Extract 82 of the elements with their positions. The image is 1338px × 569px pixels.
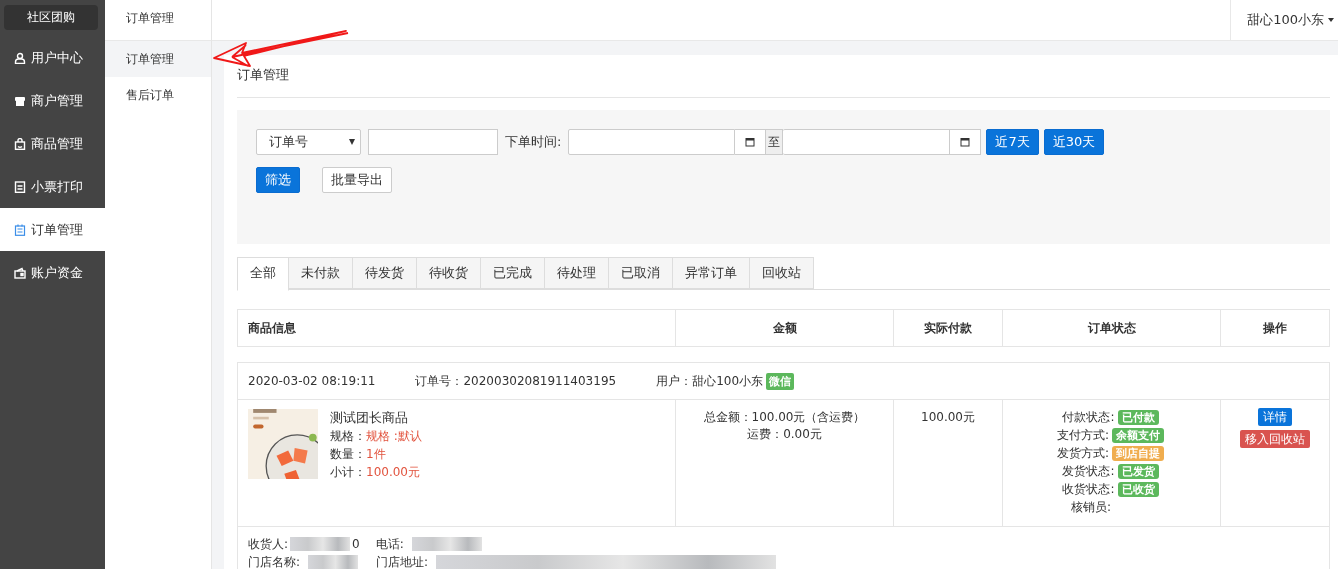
status-badge: 已付款	[1117, 409, 1159, 425]
sidebar-item[interactable]: 商户管理	[0, 79, 105, 122]
status-tab[interactable]: 全部	[237, 257, 289, 291]
page-title: 订单管理	[237, 55, 1330, 98]
status-tab[interactable]: 待收货	[416, 257, 481, 289]
order-user: 用户：甜心100小东	[656, 372, 764, 390]
status-badge: 到店自提	[1112, 445, 1164, 461]
field-label: 小计：	[330, 465, 366, 479]
receiver-value: 0	[352, 536, 360, 553]
column-header: 金额	[675, 310, 893, 346]
trash-button[interactable]: 移入回收站	[1240, 430, 1310, 448]
status-label: 收货状态:	[1061, 480, 1115, 498]
field-value: 100.00元	[366, 465, 420, 479]
status-label: 发货方式:	[1055, 444, 1109, 462]
caret-icon	[1328, 18, 1334, 22]
amount-text: 总金额：100.00元（含运费）	[702, 409, 867, 426]
field-label: 规格：	[330, 429, 366, 443]
product-name: 测试团长商品	[330, 409, 409, 427]
phone-label: 电话:	[375, 536, 404, 553]
status-tab[interactable]: 待处理	[544, 257, 609, 289]
user-menu[interactable]: 甜心100小东	[1230, 0, 1338, 40]
receiver-label: 收货人:	[248, 536, 289, 553]
filter-button[interactable]: 筛选	[256, 167, 300, 193]
wechat-tag: 微信	[766, 372, 795, 390]
redaction-mask	[290, 537, 351, 551]
store-icon	[14, 94, 26, 107]
detail-button[interactable]: 详情	[1258, 408, 1292, 426]
status-label: 付款状态:	[1061, 408, 1115, 426]
user-icon	[14, 51, 26, 64]
status-tab[interactable]: 已取消	[608, 257, 673, 289]
subnav-item[interactable]: 售后订单	[105, 77, 211, 113]
sidebar-item[interactable]: 小票打印	[0, 165, 105, 208]
receipt-icon	[14, 180, 26, 193]
status-badge: 已发货	[1117, 463, 1159, 479]
field-value: 1件	[366, 447, 386, 461]
status-badge: 已收货	[1117, 481, 1159, 497]
calendar-button[interactable]	[950, 129, 982, 155]
dropdown-icon	[349, 139, 355, 145]
range-separator: 至	[766, 129, 784, 155]
brand-label: 社区团购	[4, 5, 98, 30]
end-date-input[interactable]	[783, 129, 951, 155]
column-header: 订单状态	[1002, 310, 1220, 346]
order-time-label: 下单时间:	[505, 133, 562, 151]
status-label: 发货状态:	[1061, 462, 1115, 480]
paid-amount: 100.00元	[921, 410, 975, 424]
order-number: 订单号：20200302081911403195	[415, 372, 617, 390]
redaction-mask	[411, 537, 482, 551]
calendar-icon	[14, 223, 26, 236]
amount-text: 运费：0.00元	[746, 426, 823, 443]
calendar-icon	[960, 137, 971, 147]
sidebar-item[interactable]: 商品管理	[0, 122, 105, 165]
status-label: 支付方式:	[1055, 426, 1109, 444]
store-address-label: 门店地址:	[376, 554, 429, 569]
sidebar-item[interactable]: 用户中心	[0, 36, 105, 79]
status-tab[interactable]: 未付款	[288, 257, 353, 289]
quick-range-button[interactable]: 近30天	[1043, 129, 1105, 155]
store-name-label: 门店名称:	[248, 554, 301, 569]
status-badge: 余额支付	[1112, 427, 1164, 443]
status-tab[interactable]: 待发货	[352, 257, 417, 289]
quick-range-button[interactable]: 近7天	[986, 129, 1039, 155]
search-type-select[interactable]: 订单号	[256, 129, 361, 155]
wallet-icon	[14, 266, 26, 279]
sidebar-item[interactable]: 账户资金	[0, 251, 105, 294]
calendar-icon	[745, 137, 756, 147]
column-header: 实际付款	[893, 310, 1002, 346]
field-label: 数量：	[330, 447, 366, 461]
status-tab[interactable]: 已完成	[480, 257, 545, 289]
verifier-label: 核销员:	[1069, 498, 1111, 516]
field-value: 规格 :默认	[366, 429, 422, 443]
start-date-input[interactable]	[568, 129, 736, 155]
status-tab[interactable]: 异常订单	[672, 257, 750, 289]
export-button[interactable]: 批量导出	[322, 167, 392, 193]
redaction-mask	[308, 555, 359, 569]
calendar-button[interactable]	[735, 129, 767, 155]
keyword-input[interactable]	[368, 129, 498, 155]
sidebar-item[interactable]: 订单管理	[0, 208, 105, 251]
status-tab[interactable]: 回收站	[749, 257, 814, 289]
column-header: 操作	[1220, 310, 1329, 346]
order-time: 2020-03-02 08:19:11	[248, 374, 376, 388]
subnav-item[interactable]: 订单管理	[105, 41, 211, 77]
bag-icon	[14, 137, 26, 150]
column-header: 商品信息	[247, 319, 297, 337]
